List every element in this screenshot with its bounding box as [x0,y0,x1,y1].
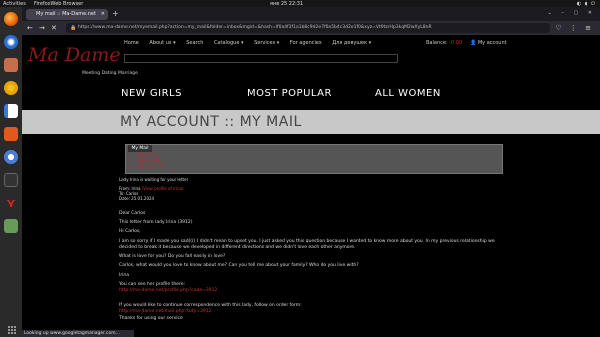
software-center-icon[interactable] [4,127,18,141]
from-name: Irina [131,185,141,191]
thunderbird-icon[interactable] [4,35,18,49]
help-icon[interactable] [4,150,18,164]
site-search-box[interactable] [124,54,398,63]
letter-body-2: What is love for you? Do you fall easily… [119,253,226,259]
letter-body-1: I am so sorry if I made you sad(((( I di… [119,238,495,250]
browser-status-bar: Looking up www.googletagmanager.com... [22,330,134,337]
menu-about[interactable]: About us ▾ [149,40,175,46]
page-title: MY ACCOUNT :: MY MAIL [120,114,302,130]
mail-folders: My Mail Inbox (3) Outbox (0) Deleted (0) [125,144,503,174]
address-bar[interactable]: 🔒 https://www.ma-dame.net/myemail.php?ac… [66,23,550,33]
lock-icon: 🔒 [70,25,77,31]
my-account-link[interactable]: 👤 My account [470,40,507,46]
my-account-label: My account [477,40,507,46]
letter-date: Date: 25.01.2024 [119,196,155,202]
logo-tagline: Meeting Dating Marriage [82,71,138,76]
user-icon: 👤 [470,40,477,46]
waiting-notice: Lady Irina is waiting for your letter [119,177,189,182]
site-menu: Home About us ▾ Search Catalogue ▾ Servi… [124,40,380,46]
window-controls[interactable]: ⌄ – ▢ ✕ [548,10,596,16]
new-tab-button[interactable]: + [112,9,119,19]
files-icon[interactable] [4,58,18,72]
dock: ⋎ [0,7,22,337]
toolbar-icons[interactable]: ♡ ⋮ ≡ [555,23,594,33]
firefox-icon[interactable] [4,12,18,26]
tab-title: My mail :: Ma-Dame.net [36,11,96,17]
folder-list: Inbox (3) Outbox (0) Deleted (0) [138,153,163,171]
site-header: Ma Dame Meeting Dating Marriage Home Abo… [22,35,600,76]
browser-tab[interactable]: My mail :: Ma-Dame.net ✕ [26,9,108,20]
trash-icon[interactable] [4,219,18,233]
terminal-icon[interactable] [4,173,18,187]
page-title-bar: MY ACCOUNT :: MY MAIL [22,110,600,134]
letter-hi: Hi Carlos, [119,229,141,235]
rhythmbox-icon[interactable] [4,81,18,95]
balance-label: Balance: [426,40,448,46]
writer-icon[interactable] [4,104,18,118]
tab-bar: My mail :: Ma-Dame.net ✕ + ⌄ – ▢ ✕ [22,7,600,21]
view-profile-link[interactable]: (View profile of Irina) [142,186,184,191]
browser-window: My mail :: Ma-Dame.net ✕ + ⌄ – ▢ ✕ ← → ✕… [22,7,600,337]
back-icon[interactable]: ← [27,23,33,33]
url-text: https://www.ma-dame.net/myemail.php?acti… [78,25,432,30]
profile-url-link[interactable]: http://ma-dame.net/profile.php?code=3912 [119,288,217,293]
close-tab-icon[interactable]: ✕ [101,9,105,20]
continue-url-link[interactable]: http://ma-dame.net/mail.php?lady=3912 [119,309,211,314]
letter-signature: Irina [119,272,130,278]
reload-icon[interactable]: ✕ [51,23,57,33]
menu-home[interactable]: Home [124,40,139,46]
menu-services[interactable]: Services ▾ [254,40,279,46]
balance[interactable]: Balance: -0.00 [426,40,462,46]
from-label: From: [119,185,131,191]
navigation-bar: ← → ✕ 🔒 https://www.ma-dame.net/myemail.… [22,21,600,35]
os-top-bar: Activities FirefoxWeb Browser янв 25 22:… [0,0,600,7]
letter-greeting: Dear Carlos [119,210,146,216]
menu-agencies[interactable]: For agencies [290,40,322,46]
menu-search[interactable]: Search [186,40,203,46]
category-new-girls[interactable]: NEW GIRLS [121,88,182,99]
my-mail-tab[interactable]: My Mail [128,145,152,152]
letter-intro: This letter from lady Irina (3912) [119,220,193,226]
category-all-women[interactable]: ALL WOMEN [375,88,441,99]
folder-deleted[interactable]: Deleted (0) [138,165,163,171]
balance-value: -0.00 [449,40,463,46]
show-apps-icon[interactable] [7,325,16,334]
forward-icon[interactable]: → [39,23,45,33]
menu-catalogue[interactable]: Catalogue ▾ [214,40,244,46]
category-most-popular[interactable]: MOST POPULAR [247,88,332,99]
thanks-line: Thanks for using our service [119,315,183,321]
letter-content: Lady Irina is waiting for your letter Fr… [119,177,499,325]
menu-for-girls[interactable]: Для девушек ▾ [332,40,371,46]
category-nav: NEW GIRLS MOST POPULAR ALL WOMEN [22,82,600,106]
app-icon-red[interactable]: ⋎ [4,196,18,210]
site-logo[interactable]: Ma Dame [28,44,121,66]
letter-body-3: Carlos, what would you love to know abou… [119,263,359,269]
